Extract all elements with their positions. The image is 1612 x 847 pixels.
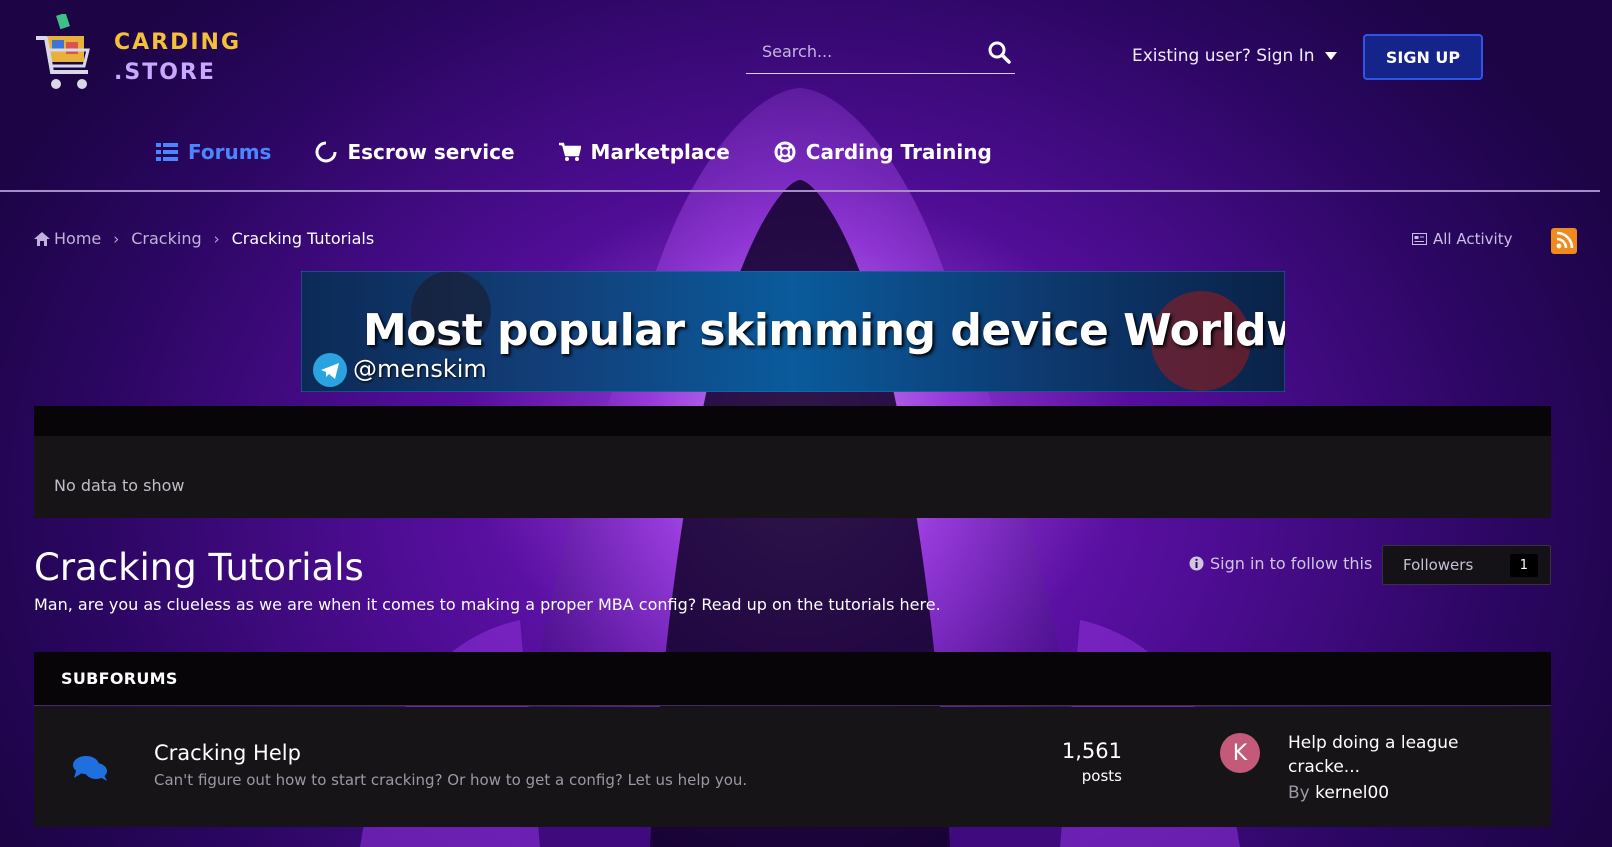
nav-divider bbox=[0, 190, 1600, 192]
search-input[interactable] bbox=[746, 34, 966, 68]
page-title: Cracking Tutorials bbox=[34, 546, 364, 589]
nav-forums-label: Forums bbox=[188, 140, 272, 164]
nav-carding-training[interactable]: Carding Training bbox=[774, 140, 992, 164]
panel-body: No data to show bbox=[34, 436, 1551, 518]
home-icon bbox=[34, 231, 50, 246]
panel-header bbox=[34, 406, 1551, 436]
followers-label: Followers bbox=[1403, 556, 1474, 574]
breadcrumb-home[interactable]: Home bbox=[34, 229, 101, 248]
search-bar bbox=[746, 34, 1015, 74]
post-count-label: posts bbox=[1081, 767, 1122, 785]
promo-banner[interactable]: Most popular skimming device Worldwide @… bbox=[301, 271, 1285, 392]
breadcrumb-home-label: Home bbox=[54, 229, 102, 248]
logo-text: CARDING .STORE bbox=[114, 28, 241, 88]
subforum-description: Can't figure out how to start cracking? … bbox=[154, 771, 748, 789]
followers-button[interactable]: Followers 1 bbox=[1382, 545, 1551, 585]
sign-in-dropdown[interactable]: Existing user? Sign In bbox=[1132, 46, 1337, 66]
nav-carding-training-label: Carding Training bbox=[805, 140, 992, 164]
subforum-title[interactable]: Cracking Help bbox=[154, 741, 301, 765]
caret-down-icon bbox=[1324, 52, 1337, 60]
last-post-author[interactable]: kernel00 bbox=[1315, 783, 1389, 803]
page-description: Man, are you as clueless as we are when … bbox=[34, 595, 941, 614]
breadcrumb-current: Cracking Tutorials bbox=[231, 229, 375, 248]
telegram-icon bbox=[313, 353, 347, 387]
main-nav: Forums Escrow service Marketplace Cardin… bbox=[156, 140, 992, 164]
circle-notch-icon bbox=[315, 141, 337, 163]
sign-up-button[interactable]: SIGN UP bbox=[1363, 34, 1483, 80]
newspaper-icon bbox=[1412, 233, 1427, 245]
breadcrumb: Home › Cracking › Cracking Tutorials bbox=[34, 229, 374, 248]
rss-button[interactable] bbox=[1551, 228, 1577, 254]
subforum-row[interactable]: Cracking Help Can't figure out how to st… bbox=[34, 707, 1551, 827]
subforums-heading: SUBFORUMS bbox=[61, 669, 178, 688]
sign-in-label: Existing user? Sign In bbox=[1132, 46, 1315, 66]
comments-icon bbox=[73, 756, 107, 781]
rss-icon bbox=[1556, 231, 1574, 249]
logo-line-2: .STORE bbox=[114, 60, 216, 85]
chevron-right-icon: › bbox=[113, 229, 120, 248]
chevron-right-icon: › bbox=[213, 229, 220, 248]
follow-label: Sign in to follow this bbox=[1210, 554, 1373, 573]
breadcrumb-cracking[interactable]: Cracking bbox=[131, 229, 201, 248]
shopping-cart-icon bbox=[558, 142, 581, 161]
nav-marketplace-label: Marketplace bbox=[590, 140, 730, 164]
last-post-title[interactable]: Help doing a league cracke... bbox=[1288, 731, 1508, 779]
no-data-text: No data to show bbox=[54, 476, 185, 495]
nav-escrow-label: Escrow service bbox=[347, 140, 515, 164]
nav-marketplace[interactable]: Marketplace bbox=[558, 140, 730, 164]
subforums-header: SUBFORUMS bbox=[34, 652, 1551, 706]
nav-escrow-service[interactable]: Escrow service bbox=[315, 140, 515, 164]
logo-line-1: CARDING bbox=[114, 30, 242, 55]
banner-handle: @menskim bbox=[353, 355, 487, 383]
all-activity-label: All Activity bbox=[1433, 230, 1513, 248]
sign-in-to-follow-link[interactable]: Sign in to follow this bbox=[1189, 554, 1372, 573]
last-post-author-line: By kernel00 bbox=[1288, 783, 1389, 803]
followers-count: 1 bbox=[1509, 553, 1538, 577]
site-logo[interactable]: CARDING .STORE bbox=[34, 14, 254, 98]
search-icon[interactable] bbox=[987, 40, 1011, 64]
avatar[interactable]: K bbox=[1220, 733, 1260, 773]
post-count-number: 1,561 bbox=[1061, 739, 1122, 763]
info-icon bbox=[1189, 556, 1204, 571]
banner-title: Most popular skimming device Worldwide bbox=[363, 305, 1285, 356]
list-icon bbox=[156, 143, 178, 161]
all-activity-link[interactable]: All Activity bbox=[1412, 230, 1512, 248]
subforum-post-count: 1,561 posts bbox=[1012, 739, 1122, 785]
shopping-cart-icon bbox=[36, 14, 90, 89]
last-post-by-label: By bbox=[1288, 783, 1310, 803]
life-ring-icon bbox=[774, 141, 796, 163]
nav-forums[interactable]: Forums bbox=[156, 140, 271, 164]
